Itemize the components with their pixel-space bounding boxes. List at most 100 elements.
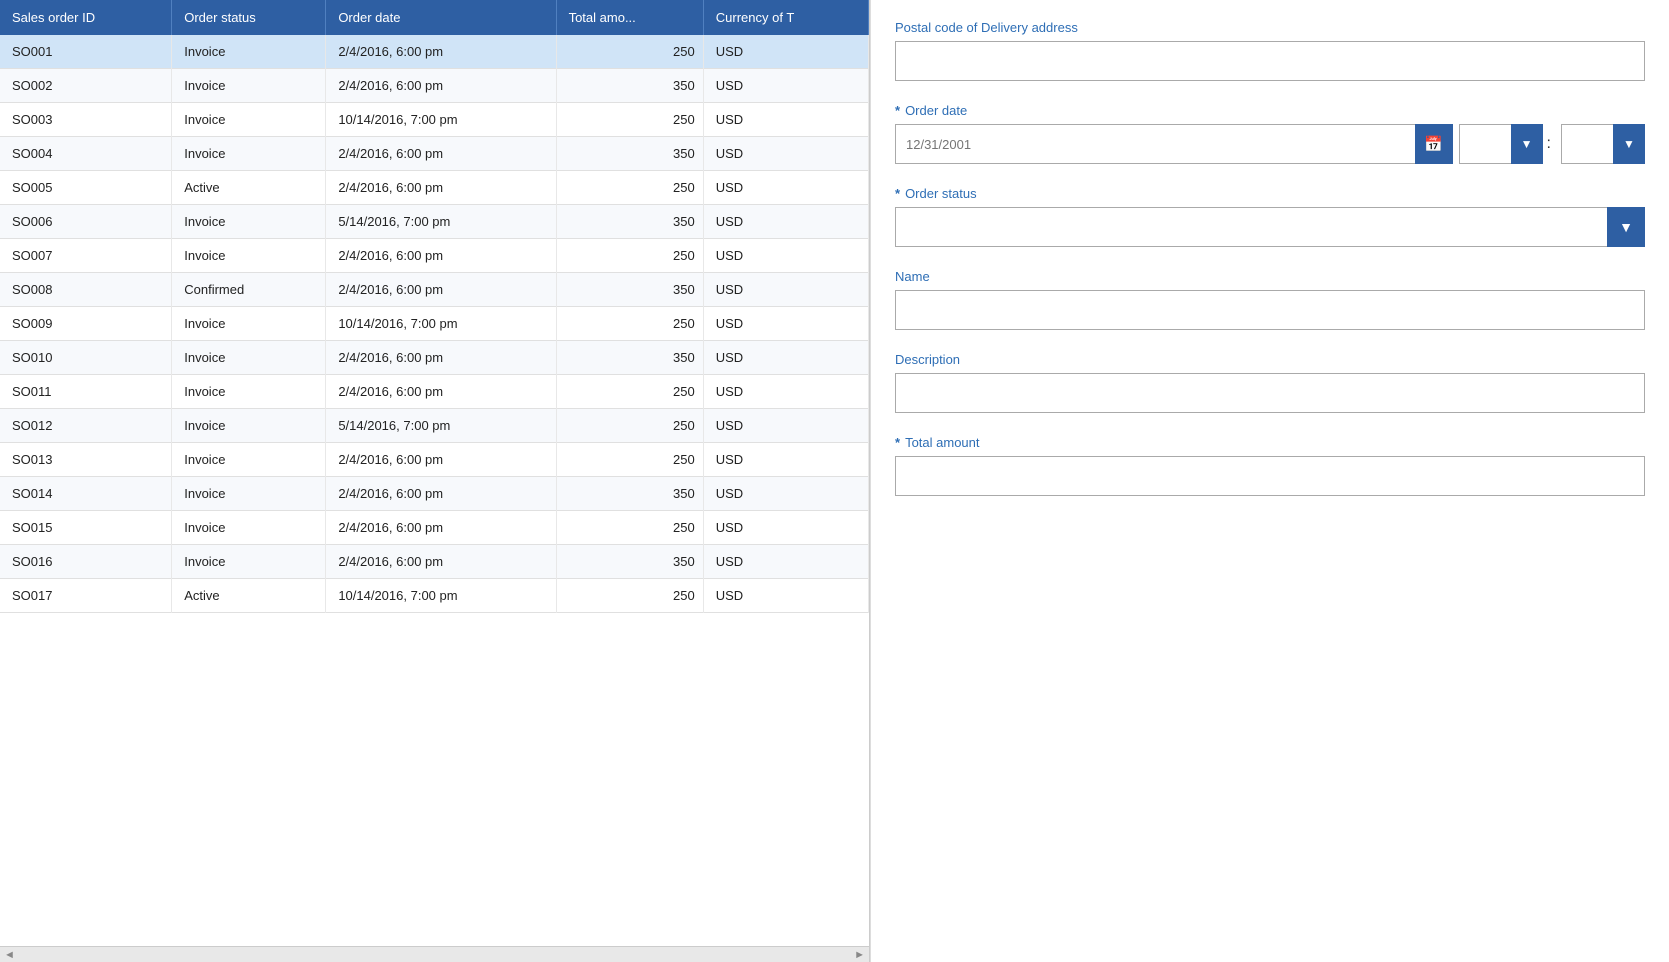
- hour-select-wrap: 00 ▼: [1459, 124, 1543, 164]
- cell-order-id: SO009: [0, 307, 172, 341]
- table-row[interactable]: SO008 Confirmed 2/4/2016, 6:00 pm 350 US…: [0, 273, 869, 307]
- cell-order-date: 10/14/2016, 7:00 pm: [326, 307, 556, 341]
- cell-order-date: 5/14/2016, 7:00 pm: [326, 205, 556, 239]
- total-amount-required: *: [895, 435, 900, 450]
- cell-total-amount: 250: [556, 171, 703, 205]
- cell-total-amount: 250: [556, 579, 703, 613]
- cell-currency: USD: [703, 103, 868, 137]
- table-row[interactable]: SO014 Invoice 2/4/2016, 6:00 pm 350 USD: [0, 477, 869, 511]
- cell-order-date: 2/4/2016, 6:00 pm: [326, 171, 556, 205]
- name-field: Name: [895, 269, 1645, 330]
- hour-dropdown-button[interactable]: ▼: [1511, 124, 1543, 164]
- description-input[interactable]: [895, 373, 1645, 413]
- hour-input[interactable]: 00: [1459, 124, 1511, 164]
- table-row[interactable]: SO006 Invoice 5/14/2016, 7:00 pm 350 USD: [0, 205, 869, 239]
- cell-order-status: Active: [172, 171, 326, 205]
- datetime-row: 📅 00 ▼ : 00 ▼: [895, 124, 1645, 164]
- order-status-input[interactable]: Active: [895, 207, 1607, 247]
- cell-order-status: Invoice: [172, 511, 326, 545]
- cell-order-date: 2/4/2016, 6:00 pm: [326, 35, 556, 69]
- table-row[interactable]: SO016 Invoice 2/4/2016, 6:00 pm 350 USD: [0, 545, 869, 579]
- cell-currency: USD: [703, 205, 868, 239]
- table-row[interactable]: SO011 Invoice 2/4/2016, 6:00 pm 250 USD: [0, 375, 869, 409]
- minute-input[interactable]: 00: [1561, 124, 1613, 164]
- cell-total-amount: 250: [556, 239, 703, 273]
- postal-code-input[interactable]: [895, 41, 1645, 81]
- minute-dropdown-button[interactable]: ▼: [1613, 124, 1645, 164]
- table-row[interactable]: SO009 Invoice 10/14/2016, 7:00 pm 250 US…: [0, 307, 869, 341]
- name-input[interactable]: [895, 290, 1645, 330]
- main-container: Sales order ID Order status Order date T…: [0, 0, 1669, 962]
- cell-order-id: SO016: [0, 545, 172, 579]
- cell-total-amount: 250: [556, 35, 703, 69]
- cell-order-status: Invoice: [172, 69, 326, 103]
- table-row[interactable]: SO013 Invoice 2/4/2016, 6:00 pm 250 USD: [0, 443, 869, 477]
- sales-order-table: Sales order ID Order status Order date T…: [0, 0, 869, 613]
- cell-currency: USD: [703, 341, 868, 375]
- chevron-down-icon-2: ▼: [1623, 137, 1635, 151]
- total-amount-input[interactable]: [895, 456, 1645, 496]
- cell-order-date: 2/4/2016, 6:00 pm: [326, 545, 556, 579]
- table-row[interactable]: SO001 Invoice 2/4/2016, 6:00 pm 250 USD: [0, 35, 869, 69]
- cell-order-status: Invoice: [172, 443, 326, 477]
- cell-total-amount: 350: [556, 137, 703, 171]
- cell-order-id: SO008: [0, 273, 172, 307]
- total-amount-field: * Total amount: [895, 435, 1645, 496]
- cell-order-id: SO013: [0, 443, 172, 477]
- order-date-input[interactable]: [895, 124, 1415, 164]
- order-date-required: *: [895, 103, 900, 118]
- col-header-order-status[interactable]: Order status: [172, 0, 326, 35]
- date-input-wrap: 📅: [895, 124, 1453, 164]
- cell-order-id: SO010: [0, 341, 172, 375]
- table-row[interactable]: SO017 Active 10/14/2016, 7:00 pm 250 USD: [0, 579, 869, 613]
- cell-total-amount: 350: [556, 341, 703, 375]
- cell-total-amount: 250: [556, 103, 703, 137]
- cell-order-status: Invoice: [172, 545, 326, 579]
- col-header-order-date[interactable]: Order date: [326, 0, 556, 35]
- cell-order-id: SO004: [0, 137, 172, 171]
- cell-total-amount: 250: [556, 409, 703, 443]
- cell-order-date: 2/4/2016, 6:00 pm: [326, 477, 556, 511]
- cell-order-id: SO007: [0, 239, 172, 273]
- cell-order-id: SO011: [0, 375, 172, 409]
- cell-order-id: SO003: [0, 103, 172, 137]
- table-row[interactable]: SO015 Invoice 2/4/2016, 6:00 pm 250 USD: [0, 511, 869, 545]
- cell-order-status: Invoice: [172, 137, 326, 171]
- horizontal-scrollbar[interactable]: ◄ ►: [0, 946, 869, 962]
- cell-order-date: 10/14/2016, 7:00 pm: [326, 103, 556, 137]
- cell-currency: USD: [703, 375, 868, 409]
- cell-currency: USD: [703, 409, 868, 443]
- table-row[interactable]: SO005 Active 2/4/2016, 6:00 pm 250 USD: [0, 171, 869, 205]
- col-header-currency[interactable]: Currency of T: [703, 0, 868, 35]
- table-row[interactable]: SO012 Invoice 5/14/2016, 7:00 pm 250 USD: [0, 409, 869, 443]
- order-status-dropdown-button[interactable]: ▼: [1607, 207, 1645, 247]
- cell-order-status: Confirmed: [172, 273, 326, 307]
- cell-currency: USD: [703, 443, 868, 477]
- cell-currency: USD: [703, 171, 868, 205]
- cell-total-amount: 250: [556, 443, 703, 477]
- cell-order-date: 5/14/2016, 7:00 pm: [326, 409, 556, 443]
- col-header-sales-order-id[interactable]: Sales order ID: [0, 0, 172, 35]
- cell-currency: USD: [703, 35, 868, 69]
- cell-currency: USD: [703, 137, 868, 171]
- order-status-select-wrap: Active ▼: [895, 207, 1645, 247]
- calendar-icon: 📅: [1424, 135, 1443, 153]
- calendar-button[interactable]: 📅: [1415, 124, 1453, 164]
- table-row[interactable]: SO002 Invoice 2/4/2016, 6:00 pm 350 USD: [0, 69, 869, 103]
- cell-order-status: Invoice: [172, 477, 326, 511]
- col-header-total-amount[interactable]: Total amo...: [556, 0, 703, 35]
- cell-total-amount: 250: [556, 375, 703, 409]
- table-row[interactable]: SO007 Invoice 2/4/2016, 6:00 pm 250 USD: [0, 239, 869, 273]
- table-row[interactable]: SO010 Invoice 2/4/2016, 6:00 pm 350 USD: [0, 341, 869, 375]
- cell-total-amount: 350: [556, 477, 703, 511]
- form-panel: Postal code of Delivery address * Order …: [870, 0, 1669, 962]
- cell-currency: USD: [703, 69, 868, 103]
- minute-select-wrap: 00 ▼: [1561, 124, 1645, 164]
- table-row[interactable]: SO004 Invoice 2/4/2016, 6:00 pm 350 USD: [0, 137, 869, 171]
- cell-order-date: 2/4/2016, 6:00 pm: [326, 443, 556, 477]
- cell-order-date: 2/4/2016, 6:00 pm: [326, 341, 556, 375]
- postal-code-field: Postal code of Delivery address: [895, 20, 1645, 81]
- order-status-required: *: [895, 186, 900, 201]
- table-row[interactable]: SO003 Invoice 10/14/2016, 7:00 pm 250 US…: [0, 103, 869, 137]
- table-wrapper[interactable]: Sales order ID Order status Order date T…: [0, 0, 869, 946]
